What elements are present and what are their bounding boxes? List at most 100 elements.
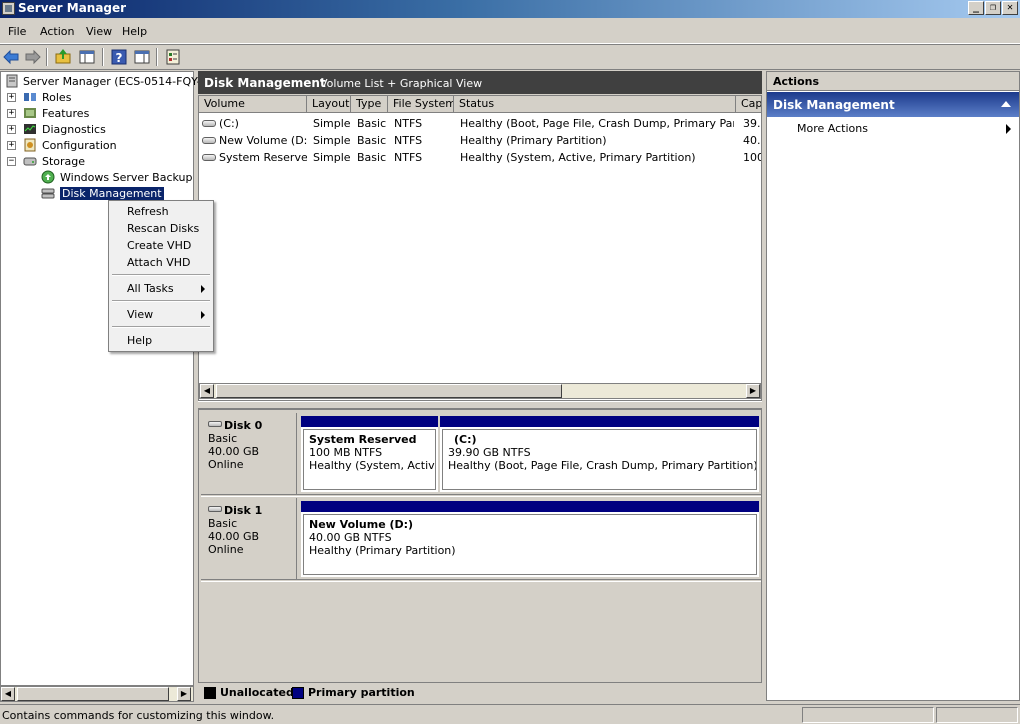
tree-item-label: Features [42,107,90,120]
tree-item-diagnostics[interactable]: + Diagnostics [3,122,193,138]
table-row[interactable]: (C:) Simple Basic NTFS Healthy (Boot, Pa… [199,115,761,132]
collapse-arrow-icon[interactable] [1001,101,1011,107]
configuration-icon [24,138,36,152]
context-menu-item-create-vhd[interactable]: Create VHD [127,239,191,252]
partition-c[interactable]: (C:) 39.90 GB NTFS Healthy (Boot, Page F… [440,416,759,492]
drive-icon [202,120,216,127]
window-title: Server Manager [18,1,127,15]
tree-root-server-manager[interactable]: Server Manager (ECS-0514-FQY-00 [3,74,215,90]
context-menu-item-rescan-disks[interactable]: Rescan Disks [127,222,199,235]
column-header-capacity[interactable]: Cap [736,96,761,113]
context-menu: Refresh Rescan Disks Create VHD Attach V… [108,200,214,352]
layout-cell: Simple [313,151,351,164]
menu-view[interactable]: View [86,25,112,38]
layout-cell: Simple [313,117,351,130]
partition-status: Healthy (Boot, Page File, Crash Dump, Pr… [448,459,757,472]
partition-system-reserved[interactable]: System Reserved 100 MB NTFS Healthy (Sys… [301,416,438,492]
actions-section-disk-management[interactable]: Disk Management [767,92,1019,117]
disk-0-info[interactable]: Disk 0 Basic 40.00 GB Online [201,413,297,495]
column-header-layout[interactable]: Layout [307,96,351,113]
column-header-status[interactable]: Status [454,96,736,113]
partition-body: (C:) 39.90 GB NTFS Healthy (Boot, Page F… [442,429,757,490]
tree-item-configuration[interactable]: + Configuration [3,138,193,154]
type-cell: Basic [357,134,387,147]
status-cell: Healthy (Boot, Page File, Crash Dump, Pr… [460,117,734,130]
status-panel [802,707,934,723]
tree-item-windows-server-backup[interactable]: Windows Server Backup [3,170,193,186]
back-icon[interactable] [2,48,20,66]
show-hide-tree-icon[interactable] [78,48,96,66]
disk-name: Disk 0 [224,419,263,432]
scroll-right-icon[interactable]: ▶ [746,384,760,398]
partition-name: New Volume (D:) [309,518,414,531]
disk-size: 40.00 GB [208,530,260,543]
submenu-arrow-icon [1006,124,1011,134]
context-menu-item-view[interactable]: View [127,308,153,321]
context-menu-item-all-tasks[interactable]: All Tasks [127,282,174,295]
volume-list-horizontal-scrollbar[interactable]: ◀ ▶ [199,383,761,399]
menu-help[interactable]: Help [122,25,147,38]
layout-cell: Simple [313,134,351,147]
expand-diagnostics-toggle[interactable]: + [7,125,16,134]
status-bar: Contains commands for customizing this w… [0,704,1020,724]
graphical-view: Disk 0 Basic 40.00 GB Online System Rese… [198,409,762,701]
expand-configuration-toggle[interactable]: + [7,141,16,150]
legend-primary-partition: Primary partition [308,686,415,699]
column-header-file-system[interactable]: File System [388,96,454,113]
legend-unallocated: Unallocated [220,686,294,699]
column-header-volume[interactable]: Volume [199,96,307,113]
features-icon [24,108,36,118]
menu-file[interactable]: File [8,25,26,38]
status-cell: Healthy (Primary Partition) [460,134,607,147]
table-row[interactable]: New Volume (D:) Simple Basic NTFS Health… [199,132,761,149]
close-button[interactable]: ✕ [1002,1,1018,15]
partition-size: 100 MB NTFS [309,446,383,459]
disk-management-icon [41,188,55,199]
disk-management-header: Disk Management Volume List + Graphical … [198,71,762,94]
toolbar-separator [46,48,48,66]
expand-roles-toggle[interactable]: + [7,93,16,102]
svg-text:?: ? [116,51,123,65]
table-row[interactable]: System Reserved Simple Basic NTFS Health… [199,149,761,166]
partition-body: New Volume (D:) 40.00 GB NTFS Healthy (P… [303,514,757,575]
disk-state: Online [208,458,244,471]
scroll-left-icon[interactable]: ◀ [200,384,214,398]
title-bar: Server Manager _ ❐ ✕ [0,0,1020,18]
tree-item-features[interactable]: + Features [3,106,193,122]
collapse-storage-toggle[interactable]: − [7,157,16,166]
menu-separator [112,326,210,328]
menu-separator [112,300,210,302]
disk-1-info[interactable]: Disk 1 Basic 40.00 GB Online [201,498,297,580]
help-icon[interactable]: ? [110,48,128,66]
tree-item-label: Diagnostics [42,123,106,136]
disk-name: Disk 1 [224,504,263,517]
scroll-right-icon[interactable]: ▶ [177,687,191,701]
up-folder-icon[interactable] [54,48,72,66]
volume-cell: System Reserved [219,151,307,164]
tree-horizontal-scrollbar[interactable]: ◀ ▶ [0,686,194,702]
properties-icon[interactable] [164,48,182,66]
show-hide-action-pane-icon[interactable] [133,48,151,66]
context-menu-item-attach-vhd[interactable]: Attach VHD [127,256,190,269]
column-header-type[interactable]: Type [351,96,388,113]
forward-icon[interactable] [24,48,42,66]
partition-name: (C:) [454,433,477,446]
submenu-arrow-icon [201,285,205,293]
restore-button[interactable]: ❐ [985,1,1001,15]
minimize-button[interactable]: _ [968,1,984,15]
tree-item-storage[interactable]: − Storage [3,154,193,170]
scrollbar-thumb[interactable] [17,687,169,701]
pane-splitter[interactable] [198,401,762,409]
actions-pane: Actions Disk Management More Actions [766,71,1020,701]
tree-item-roles[interactable]: + Roles [3,90,193,106]
scroll-left-icon[interactable]: ◀ [1,687,15,701]
menu-action[interactable]: Action [40,25,74,38]
legend: Unallocated Primary partition [198,682,762,701]
action-more-actions[interactable]: More Actions [797,122,868,135]
partition-d[interactable]: New Volume (D:) 40.00 GB NTFS Healthy (P… [301,501,759,577]
expand-features-toggle[interactable]: + [7,109,16,118]
context-menu-item-help[interactable]: Help [127,334,152,347]
fs-cell: NTFS [394,117,423,130]
context-menu-item-refresh[interactable]: Refresh [127,205,169,218]
scrollbar-thumb[interactable] [216,384,562,398]
